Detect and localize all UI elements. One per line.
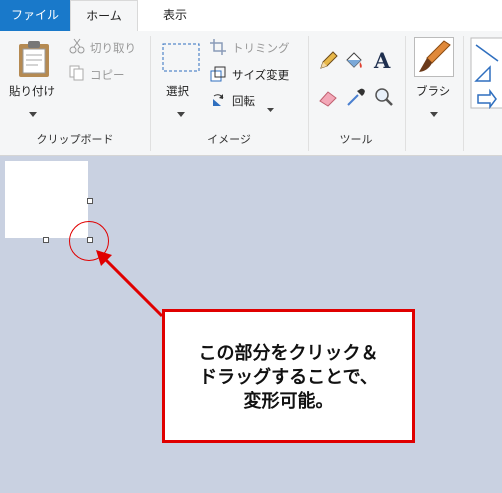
fill-icon[interactable]: [344, 51, 364, 75]
crop-icon: [210, 39, 226, 59]
color-picker-icon[interactable]: [346, 87, 366, 111]
cut-button[interactable]: 切り取り: [90, 40, 136, 56]
callout-line: ドラッグすることで、: [199, 367, 378, 388]
chevron-down-icon[interactable]: [29, 103, 37, 122]
group-divider: [405, 36, 406, 151]
annotation-callout: この部分をクリック＆ ドラッグすることで、 変形可能。: [162, 309, 415, 443]
resize-icon: [210, 66, 226, 86]
chevron-down-icon[interactable]: [267, 98, 274, 117]
rotate-icon: [210, 92, 226, 112]
callout-text: この部分をクリック＆ ドラッグすることで、 変形可能。: [165, 342, 412, 414]
resize-handle-bottom[interactable]: [43, 237, 49, 243]
brush-icon[interactable]: [414, 37, 454, 81]
canvas-workspace[interactable]: この部分をクリック＆ ドラッグすることで、 変形可能。: [0, 156, 502, 493]
rotate-button[interactable]: 回転: [232, 93, 255, 109]
eraser-icon[interactable]: [318, 89, 338, 111]
resize-handle-right[interactable]: [87, 198, 93, 204]
callout-line: 変形可能。: [243, 391, 334, 412]
image-group-label: イメージ: [207, 133, 251, 146]
shapes-gallery[interactable]: [470, 37, 502, 113]
svg-text:A: A: [373, 49, 391, 71]
paste-button[interactable]: 貼り付け: [9, 83, 55, 99]
tab-file[interactable]: ファイル: [0, 0, 70, 31]
ribbon-tab-bar: ファイル ホーム 表示: [0, 0, 502, 32]
pencil-icon[interactable]: [318, 51, 338, 75]
select-icon[interactable]: [162, 43, 200, 77]
tools-group-label: ツール: [339, 133, 373, 146]
group-divider: [463, 36, 464, 151]
paste-icon[interactable]: [16, 39, 52, 83]
scissors-icon: [69, 38, 85, 58]
copy-button[interactable]: コピー: [90, 67, 125, 83]
resize-button[interactable]: サイズ変更: [232, 67, 289, 83]
chevron-down-icon[interactable]: [430, 103, 438, 122]
copy-icon: [69, 65, 85, 85]
clipboard-group-label: クリップボード: [36, 133, 114, 146]
ribbon: 貼り付け 切り取り コピー クリップボード 選択 トリミング サイズ変更 回転 …: [0, 31, 502, 156]
text-icon[interactable]: A: [373, 48, 393, 75]
callout-line: この部分をクリック＆: [198, 343, 379, 364]
tab-view[interactable]: 表示: [140, 0, 210, 31]
brush-button[interactable]: ブラシ: [416, 83, 450, 99]
magnifier-icon[interactable]: [374, 87, 394, 111]
crop-button[interactable]: トリミング: [232, 40, 290, 56]
chevron-down-icon[interactable]: [177, 103, 185, 122]
tab-home[interactable]: ホーム: [70, 0, 138, 32]
select-button[interactable]: 選択: [166, 83, 189, 99]
